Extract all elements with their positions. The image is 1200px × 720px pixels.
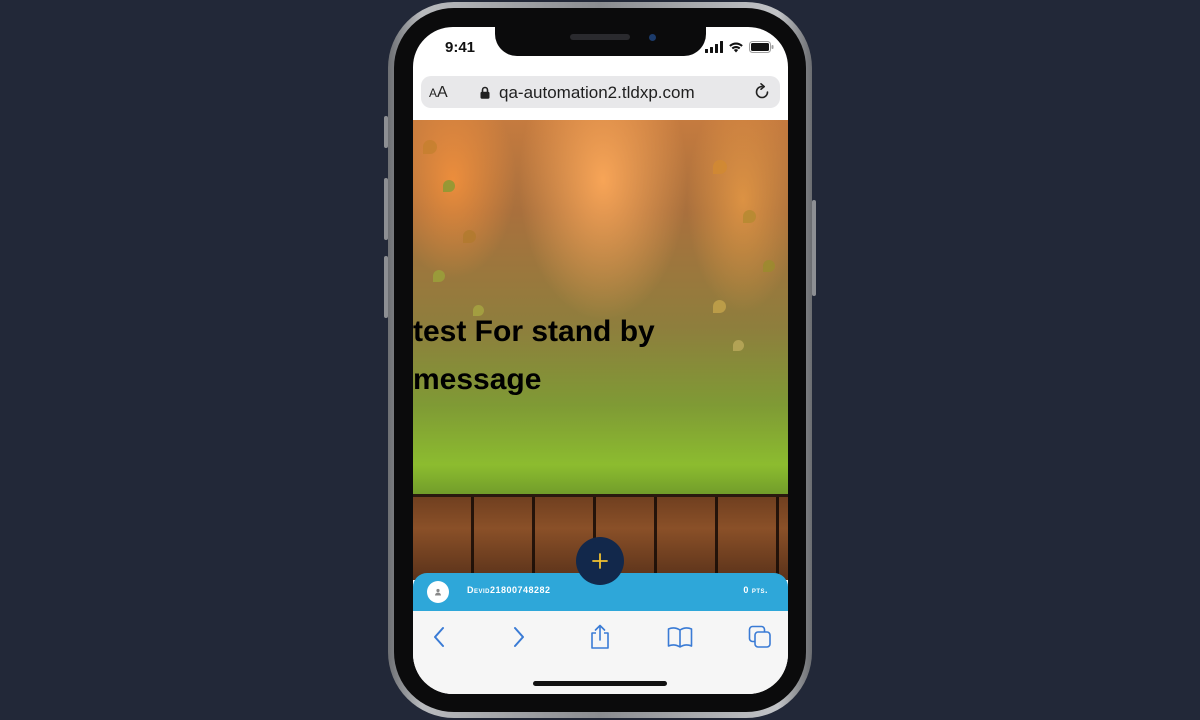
foliage-decoration: [743, 210, 756, 223]
add-button[interactable]: [576, 537, 624, 585]
foliage-decoration: [433, 270, 445, 282]
speaker: [570, 34, 630, 40]
tabs-button[interactable]: [746, 623, 774, 651]
home-indicator[interactable]: [533, 681, 667, 686]
foliage-decoration: [713, 300, 726, 313]
foliage-decoration: [443, 180, 455, 192]
volume-down-button: [384, 256, 388, 318]
power-button: [812, 200, 816, 296]
username: Devid21800748282: [467, 585, 551, 595]
battery-icon: [749, 41, 774, 53]
status-time: 9:41: [445, 39, 476, 56]
share-button[interactable]: [586, 623, 614, 651]
standby-message: test For stand by message: [413, 315, 655, 396]
back-icon: [434, 627, 444, 647]
share-icon: [591, 624, 609, 649]
foliage-decoration: [423, 140, 437, 154]
address-bar[interactable]: AA qa-automation2.tldxp.com: [421, 76, 780, 108]
reload-icon[interactable]: [752, 82, 772, 102]
foliage-decoration: [733, 340, 744, 351]
phone-screen: 9:41 AA qa-automation2.tldxp.com test Fo…: [413, 27, 788, 694]
tabs-icon: [748, 625, 771, 648]
back-button[interactable]: [425, 623, 453, 651]
text-size-small: A: [429, 86, 438, 100]
status-icons: [705, 41, 774, 53]
lock-icon: [480, 86, 490, 99]
points-value: 0 pts.: [743, 585, 768, 595]
foliage-decoration: [713, 160, 727, 174]
text-size-large: A: [437, 84, 448, 101]
plus-icon: [592, 553, 608, 569]
volume-up-button: [384, 178, 388, 240]
user-icon: [435, 588, 441, 596]
url-text[interactable]: qa-automation2.tldxp.com: [499, 83, 695, 103]
bookmarks-button[interactable]: [666, 623, 694, 651]
text-size-button[interactable]: AA: [429, 84, 448, 102]
notch: [495, 27, 706, 56]
forward-icon: [514, 627, 524, 647]
foliage-decoration: [463, 230, 476, 243]
mute-switch: [384, 116, 388, 148]
foliage-decoration: [763, 260, 775, 272]
front-camera: [649, 34, 656, 41]
hero-background: test For stand by message: [413, 120, 788, 580]
avatar[interactable]: [427, 581, 449, 603]
bookmarks-icon: [667, 627, 693, 648]
browser-address-area: AA qa-automation2.tldxp.com: [413, 71, 788, 120]
forward-button[interactable]: [505, 623, 533, 651]
wifi-icon: [729, 42, 743, 53]
signal-icon: [705, 41, 723, 53]
